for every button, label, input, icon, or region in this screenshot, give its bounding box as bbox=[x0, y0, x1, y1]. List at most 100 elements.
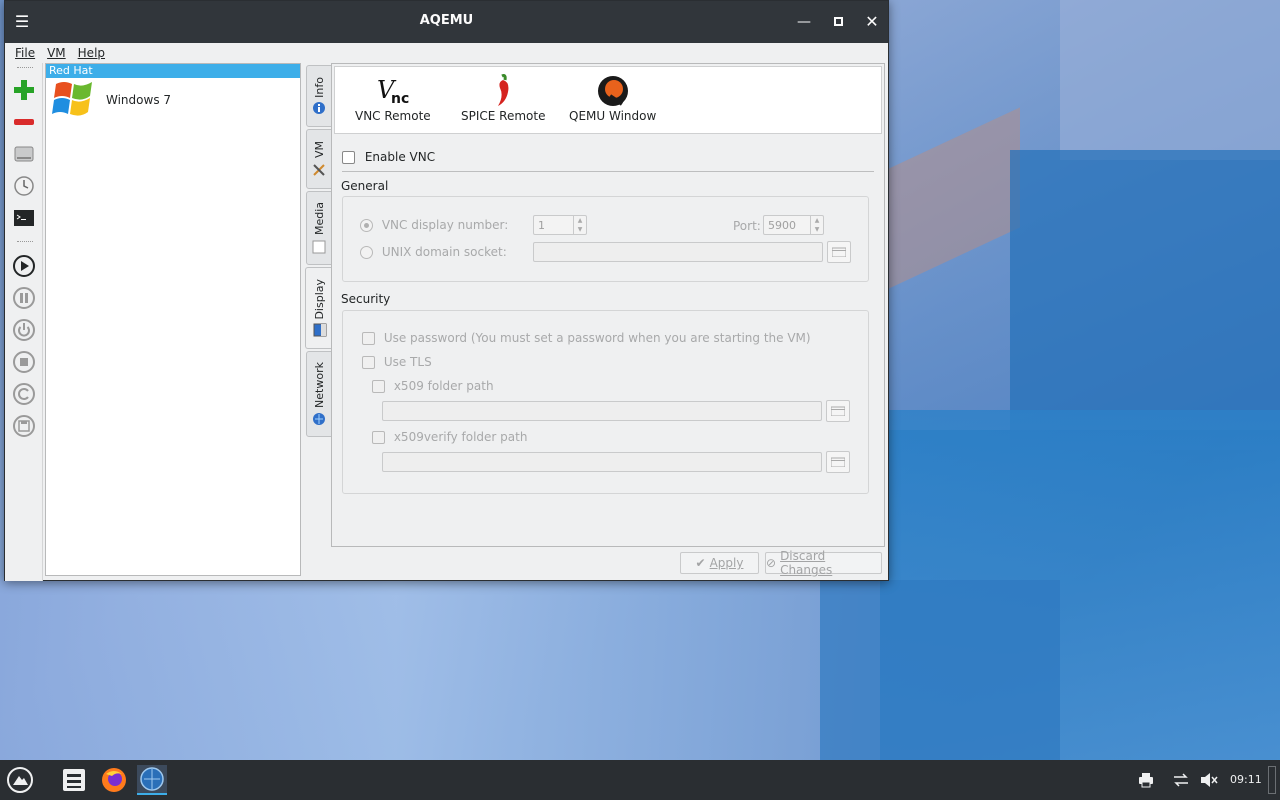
tab-vm[interactable]: VM bbox=[306, 129, 332, 189]
close-button[interactable]: ✕ bbox=[863, 13, 881, 31]
tab-network-label: Network bbox=[312, 362, 326, 408]
printer-icon[interactable] bbox=[1138, 772, 1154, 792]
use-tls-checkbox[interactable] bbox=[362, 356, 375, 369]
x509verify-label: x509verify folder path bbox=[393, 430, 528, 444]
general-groupbox bbox=[342, 196, 869, 282]
toolbar-grip[interactable] bbox=[17, 241, 33, 244]
tab-vm-label: VM bbox=[312, 141, 326, 159]
vm-group-header[interactable]: Red Hat bbox=[46, 64, 300, 78]
unix-socket-radio[interactable] bbox=[360, 246, 373, 259]
save-state-icon[interactable] bbox=[11, 413, 37, 439]
use-tls-label: Use TLS bbox=[383, 355, 432, 369]
unix-socket-label: UNIX domain socket: bbox=[381, 245, 507, 259]
title-bar[interactable]: ☰ AQEMU — ✕ bbox=[5, 1, 888, 43]
window-title: AQEMU bbox=[419, 13, 474, 28]
menu-vm[interactable]: VM bbox=[47, 46, 66, 60]
apply-label: Apply bbox=[709, 556, 744, 570]
checkmark-icon: ✔ bbox=[695, 556, 706, 570]
aqemu-task-icon[interactable] bbox=[137, 765, 167, 795]
terminal-icon[interactable] bbox=[11, 205, 37, 231]
vnc-display-number-radio[interactable] bbox=[360, 219, 373, 232]
file-manager-icon[interactable] bbox=[59, 765, 89, 795]
tab-media-label: Media bbox=[312, 202, 326, 236]
power-icon[interactable] bbox=[11, 317, 37, 343]
vnc-remote-label: VNC Remote bbox=[355, 109, 431, 123]
menu-bar: File VM Help bbox=[5, 43, 888, 63]
stop-icon[interactable] bbox=[11, 349, 37, 375]
x509-path-input[interactable] bbox=[382, 401, 822, 421]
show-desktop-button[interactable] bbox=[1268, 766, 1276, 794]
spin-arrows-icon[interactable]: ▲ ▼ bbox=[573, 216, 586, 234]
vm-list-item[interactable]: Windows 7 bbox=[46, 78, 300, 122]
network-icon bbox=[313, 412, 325, 425]
application-launcher-icon[interactable] bbox=[5, 765, 35, 795]
wallpaper-shape bbox=[1060, 0, 1280, 160]
discard-changes-button[interactable]: ⊘ Discard Changes bbox=[765, 549, 882, 577]
wallpaper-shape bbox=[880, 410, 1280, 760]
unix-socket-input[interactable] bbox=[533, 242, 823, 262]
menu-file[interactable]: File bbox=[15, 46, 35, 60]
tools-icon bbox=[313, 163, 325, 176]
play-icon[interactable] bbox=[11, 253, 37, 279]
browse-socket-button[interactable] bbox=[827, 241, 851, 263]
vnc-display-number-row: VNC display number: bbox=[360, 218, 508, 232]
folder-icon bbox=[831, 406, 845, 416]
x509verify-path-input[interactable] bbox=[382, 452, 822, 472]
wallpaper-shape bbox=[0, 580, 880, 760]
x509-row: x509 folder path bbox=[372, 379, 494, 393]
aqemu-window: ☰ AQEMU — ✕ File VM Help Red Hat Windows… bbox=[4, 0, 889, 581]
display-icon bbox=[313, 323, 326, 337]
toolbar-grip[interactable] bbox=[17, 67, 33, 70]
x509-checkbox[interactable] bbox=[372, 380, 385, 393]
minimize-button[interactable]: — bbox=[795, 13, 813, 31]
port-spinbox[interactable]: 5900 ▲ ▼ bbox=[763, 215, 824, 235]
enable-vnc-label: Enable VNC bbox=[364, 150, 436, 164]
delete-vm-icon[interactable] bbox=[11, 109, 37, 135]
spice-remote-label: SPICE Remote bbox=[461, 109, 546, 123]
wallpaper-shape bbox=[1010, 150, 1280, 450]
browse-x509verify-button[interactable] bbox=[826, 451, 850, 473]
enable-vnc-checkbox[interactable] bbox=[342, 151, 355, 164]
x509verify-checkbox[interactable] bbox=[372, 431, 385, 444]
use-password-checkbox[interactable] bbox=[362, 332, 375, 345]
add-vm-icon[interactable] bbox=[11, 77, 37, 103]
vnc-remote-option[interactable]: Vnc VNC Remote bbox=[355, 73, 431, 123]
vnc-display-number-value: 1 bbox=[538, 219, 545, 232]
wallpaper-shape bbox=[880, 107, 1020, 293]
qemu-window-option[interactable]: QEMU Window bbox=[569, 73, 656, 123]
volume-muted-icon[interactable] bbox=[1200, 772, 1218, 792]
discard-icon: ⊘ bbox=[766, 556, 777, 570]
discard-label: Discard Changes bbox=[780, 549, 833, 577]
network-status-icon[interactable] bbox=[1172, 772, 1190, 792]
tab-media[interactable]: Media bbox=[306, 191, 332, 265]
tab-network[interactable]: Network bbox=[306, 351, 332, 437]
tab-display[interactable]: Display bbox=[305, 267, 333, 349]
x509verify-row: x509verify folder path bbox=[372, 430, 527, 444]
divider bbox=[342, 171, 874, 172]
general-group-title: General bbox=[341, 179, 389, 193]
use-password-label: Use password (You must set a password wh… bbox=[383, 331, 811, 345]
menu-help[interactable]: Help bbox=[78, 46, 105, 60]
display-settings-panel: Vnc VNC Remote SPICE Remote QEMU Window … bbox=[331, 63, 885, 547]
hard-disk-icon[interactable] bbox=[11, 141, 37, 167]
spice-remote-option[interactable]: SPICE Remote bbox=[461, 73, 545, 123]
apply-button[interactable]: ✔ Apply bbox=[680, 552, 759, 574]
reset-icon[interactable] bbox=[11, 381, 37, 407]
taskbar: 09:11 bbox=[0, 760, 1280, 800]
pause-icon[interactable] bbox=[11, 285, 37, 311]
clock-icon[interactable] bbox=[11, 173, 37, 199]
unix-socket-row: UNIX domain socket: bbox=[360, 245, 507, 259]
spin-arrows-icon[interactable]: ▲ ▼ bbox=[810, 216, 823, 234]
browse-x509-button[interactable] bbox=[826, 400, 850, 422]
spice-pepper-icon bbox=[461, 73, 545, 109]
vnc-logo-icon: Vnc bbox=[355, 73, 431, 109]
tab-info[interactable]: Info bbox=[306, 65, 332, 127]
folder-icon bbox=[832, 247, 846, 257]
clock[interactable]: 09:11 bbox=[1230, 773, 1262, 786]
firefox-icon[interactable] bbox=[99, 765, 129, 795]
info-icon bbox=[313, 102, 325, 115]
vm-list[interactable]: Red Hat Windows 7 bbox=[45, 63, 301, 576]
vnc-display-number-spinbox[interactable]: 1 ▲ ▼ bbox=[533, 215, 587, 235]
maximize-button[interactable] bbox=[829, 13, 847, 31]
tab-info-label: Info bbox=[312, 76, 326, 98]
